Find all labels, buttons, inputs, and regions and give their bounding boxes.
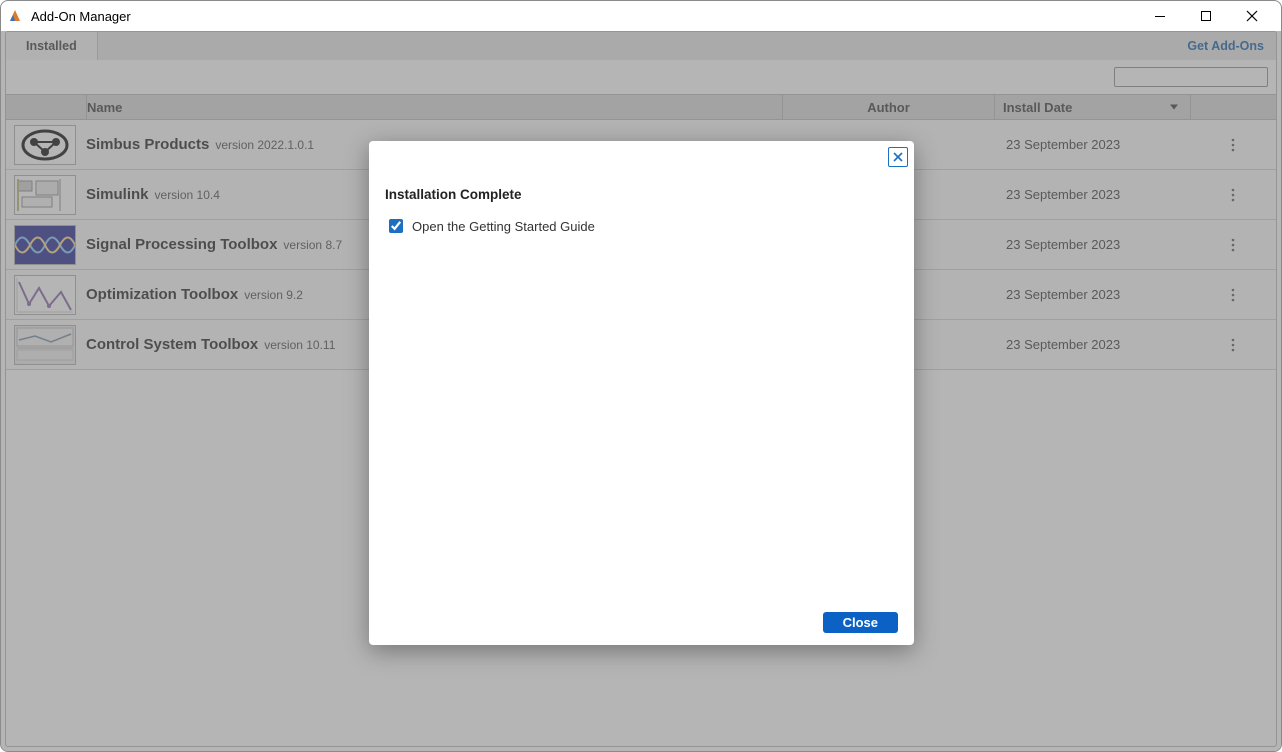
open-guide-checkbox[interactable] [389, 219, 403, 233]
titlebar: Add-On Manager [1, 1, 1281, 31]
open-guide-label[interactable]: Open the Getting Started Guide [412, 219, 595, 234]
dialog-close-button[interactable]: Close [823, 612, 898, 633]
minimize-button[interactable] [1137, 1, 1183, 31]
window-title: Add-On Manager [31, 9, 131, 24]
app-icon [7, 8, 23, 24]
close-window-button[interactable] [1229, 1, 1275, 31]
installation-complete-dialog: Installation Complete Open the Getting S… [369, 141, 914, 645]
app-window: Add-On Manager Installed Get Add-Ons [0, 0, 1282, 752]
maximize-button[interactable] [1183, 1, 1229, 31]
dialog-title: Installation Complete [385, 187, 898, 202]
dialog-close-icon[interactable] [888, 147, 908, 167]
